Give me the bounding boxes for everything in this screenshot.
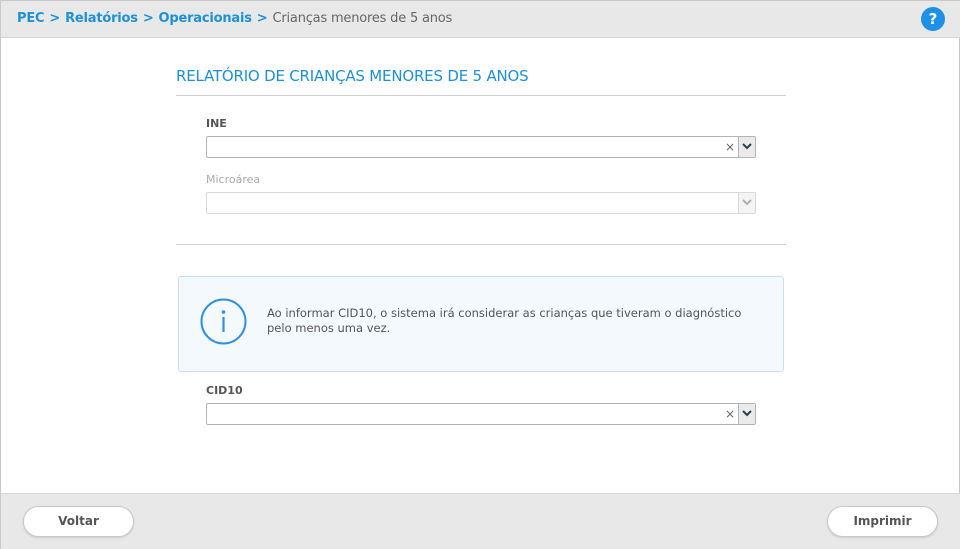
cid10-select[interactable]: × [206, 403, 756, 425]
breadcrumb-pec[interactable]: PEC [17, 11, 45, 26]
breadcrumb: PEC > Relatórios > Operacionais > Crianças men… [17, 11, 452, 26]
microarea-label: Microárea [206, 173, 261, 186]
cid10-label: CID10 [206, 384, 243, 397]
back-button[interactable]: Voltar [23, 506, 134, 537]
header-bar: PEC > Relatórios > Operacionais > Crianças men… [1, 1, 960, 38]
microarea-select[interactable] [206, 192, 756, 214]
breadcrumb-separator: > [49, 11, 61, 26]
cid10-dropdown-button[interactable] [738, 404, 755, 424]
breadcrumb-separator: > [256, 11, 268, 26]
ine-select[interactable]: × [206, 136, 756, 158]
title-divider [176, 95, 786, 96]
help-button[interactable]: ? [921, 7, 945, 31]
breadcrumb-relatorios[interactable]: Relatórios [65, 11, 138, 26]
chevron-down-icon [742, 410, 752, 417]
info-box: Ao informar CID10, o sistema irá conside… [178, 276, 784, 372]
breadcrumb-operacionais[interactable]: Operacionais [159, 11, 252, 26]
clear-icon[interactable]: × [723, 137, 737, 157]
clear-icon[interactable]: × [723, 404, 737, 424]
ine-dropdown-button[interactable] [738, 137, 755, 157]
info-text: Ao informar CID10, o sistema irá conside… [267, 306, 742, 335]
footer-bar: Voltar Imprimir [1, 493, 960, 549]
microarea-dropdown-button[interactable] [738, 193, 755, 213]
ine-label: INE [206, 117, 227, 130]
app-window: PEC > Relatórios > Operacionais > Crianças men… [0, 0, 960, 549]
chevron-down-icon [742, 143, 752, 150]
section-divider [176, 244, 786, 245]
print-button[interactable]: Imprimir [827, 506, 938, 537]
breadcrumb-separator: > [142, 11, 154, 26]
info-icon [200, 298, 247, 345]
chevron-down-icon [742, 199, 752, 206]
breadcrumb-current: Crianças menores de 5 anos [272, 11, 453, 26]
page-title: RELATÓRIO DE CRIANÇAS MENORES DE 5 ANOS [176, 67, 529, 85]
